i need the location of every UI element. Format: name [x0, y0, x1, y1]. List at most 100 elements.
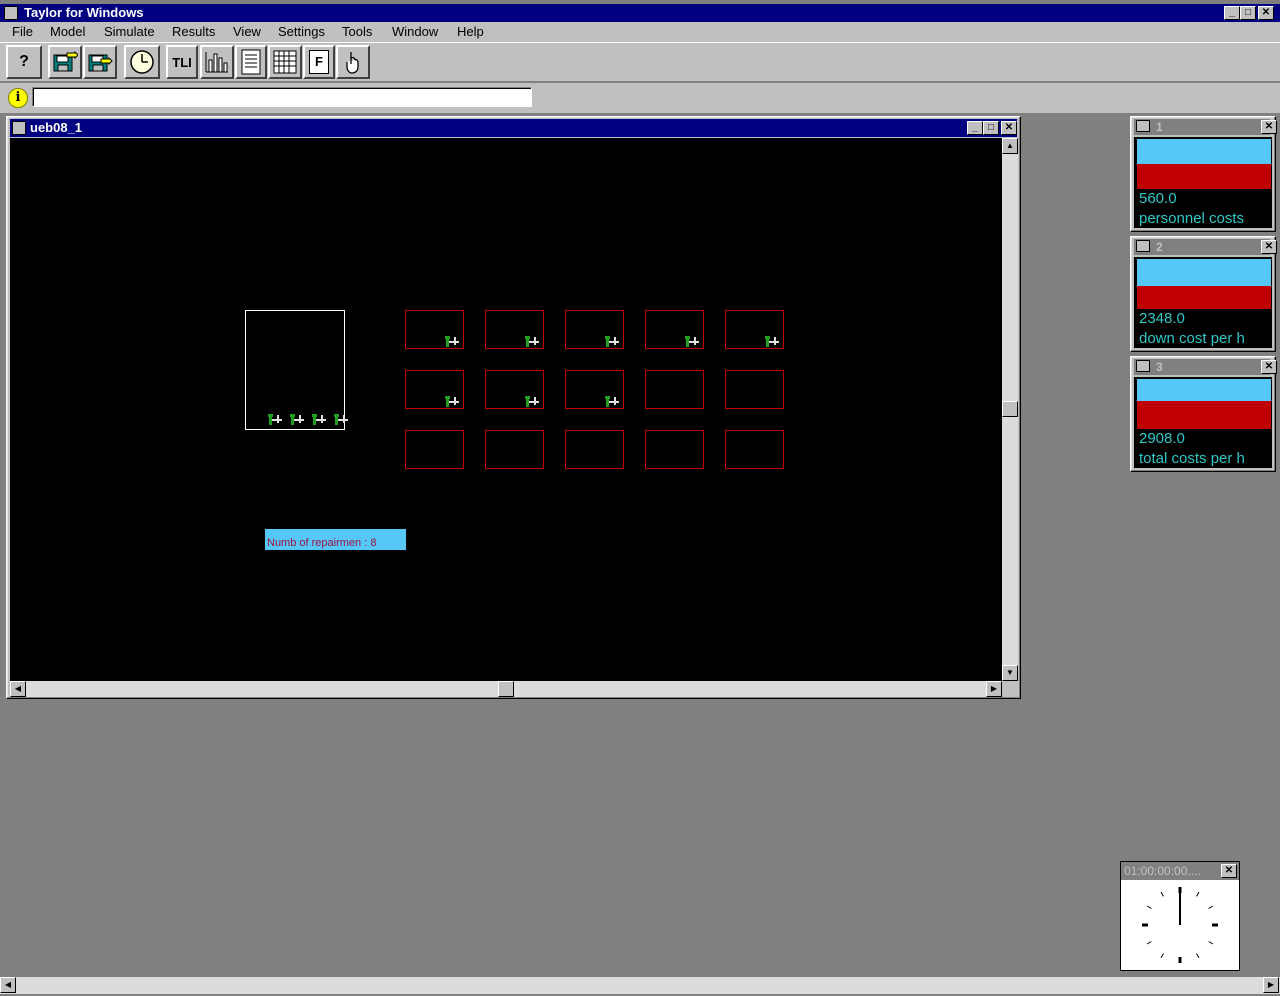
pointer-button[interactable] — [336, 45, 370, 79]
clock-tick — [1196, 953, 1200, 959]
bar-chart-icon — [205, 52, 228, 73]
menu-window[interactable]: Window — [392, 24, 438, 39]
menu-simulate[interactable]: Simulate — [104, 24, 155, 39]
stat-panel-1[interactable]: 1 ✕ 560.0 personnel costs — [1130, 116, 1277, 232]
scroll-down-button[interactable]: ▼ — [1002, 665, 1018, 681]
stat-bar-value — [1137, 164, 1271, 189]
stat-panel-icon[interactable] — [1136, 120, 1150, 132]
model-close-button[interactable]: ✕ — [1001, 121, 1017, 135]
clock-button[interactable] — [124, 45, 160, 79]
open-model-button[interactable] — [48, 45, 82, 79]
stat-label: down cost per h — [1139, 330, 1245, 347]
machine-6[interactable] — [405, 370, 464, 409]
stat-panel-close-button[interactable]: ✕ — [1261, 360, 1277, 374]
minimize-button[interactable]: _ — [1224, 6, 1240, 20]
repairman-icon — [525, 396, 539, 407]
stat-bar-remaining — [1137, 139, 1271, 164]
machine-15[interactable] — [725, 430, 784, 469]
model-canvas[interactable]: Numb of repairmen : 8 — [10, 138, 1002, 681]
formula-button[interactable]: F — [303, 45, 335, 79]
grid-button[interactable] — [268, 45, 302, 79]
simulation-clock-window[interactable]: 01:00:00:00.... ✕ — [1120, 861, 1240, 971]
machine-11[interactable] — [405, 430, 464, 469]
stat-panel-2[interactable]: 2 ✕ 2348.0 down cost per h — [1130, 236, 1277, 352]
model-window-icon[interactable] — [12, 121, 26, 135]
histogram-button[interactable] — [200, 45, 234, 79]
repairman-icon — [312, 414, 326, 425]
stat-panel-3[interactable]: 3 ✕ 2908.0 total costs per h — [1130, 356, 1277, 472]
machine-2[interactable] — [485, 310, 544, 349]
machine-14[interactable] — [645, 430, 704, 469]
menu-model[interactable]: Model — [50, 24, 85, 39]
stat-bar-value — [1137, 401, 1271, 429]
hand-pointer-icon — [346, 52, 359, 74]
menu-file[interactable]: File — [12, 24, 33, 39]
stat-panel-icon[interactable] — [1136, 360, 1150, 372]
stat-panel-close-button[interactable]: ✕ — [1261, 240, 1277, 254]
repairman-icon — [525, 336, 539, 347]
model-maximize-button[interactable]: □ — [983, 121, 999, 135]
clock-tick — [1208, 941, 1214, 945]
repairmen-count-label[interactable]: Numb of repairmen : 8 — [265, 529, 406, 550]
stat-label: personnel costs — [1139, 210, 1245, 227]
stat-panel-body: 560.0 personnel costs — [1134, 137, 1272, 228]
menu-bar: File Model Simulate Results View Setting… — [0, 22, 1280, 42]
clock-tick — [1196, 891, 1200, 897]
repairman-icon — [605, 336, 619, 347]
stat-panel-icon[interactable] — [1136, 240, 1150, 252]
help-button[interactable]: ? — [6, 45, 42, 79]
machine-7[interactable] — [485, 370, 544, 409]
app-icon[interactable] — [4, 6, 18, 20]
close-button[interactable]: ✕ — [1258, 6, 1274, 20]
stat-value: 2348.0 — [1139, 310, 1185, 327]
machine-5[interactable] — [725, 310, 784, 349]
maximize-button[interactable]: □ — [1240, 6, 1256, 20]
tli-button-label: TLI — [172, 54, 192, 70]
menu-tools[interactable]: Tools — [342, 24, 372, 39]
menu-view[interactable]: View — [233, 24, 261, 39]
machine-8[interactable] — [565, 370, 624, 409]
floppy-save-icon — [88, 54, 113, 72]
machine-13[interactable] — [565, 430, 624, 469]
repairman-icon — [765, 336, 779, 347]
clock-tick — [1146, 941, 1152, 945]
stat-panel-close-button[interactable]: ✕ — [1261, 120, 1277, 134]
horizontal-scroll-thumb[interactable] — [498, 681, 514, 697]
stat-panel-titlebar[interactable]: 3 ✕ — [1134, 359, 1277, 375]
stat-value: 2908.0 — [1139, 430, 1185, 447]
workspace-scroll-right-button[interactable]: ▶ — [1263, 977, 1279, 993]
machine-3[interactable] — [565, 310, 624, 349]
info-field — [32, 87, 532, 107]
scroll-left-button[interactable]: ◀ — [10, 681, 26, 697]
repairman-icon — [445, 336, 459, 347]
scroll-up-button[interactable]: ▲ — [1002, 138, 1018, 154]
tli-button[interactable]: TLI — [166, 45, 198, 79]
menu-help[interactable]: Help — [457, 24, 484, 39]
queued-repairman — [288, 411, 306, 428]
model-window: ueb08_1 _ □ ✕ Numb of repairmen : 8 ▲ ▼ … — [6, 116, 1021, 699]
model-window-titlebar[interactable]: ueb08_1 _ □ ✕ — [10, 119, 1017, 137]
machine-9[interactable] — [645, 370, 704, 409]
save-model-button[interactable] — [83, 45, 117, 79]
scroll-right-button[interactable]: ▶ — [986, 681, 1002, 697]
horizontal-scrollbar[interactable]: ◀ ▶ — [10, 681, 1002, 697]
stat-panel-titlebar[interactable]: 1 ✕ — [1134, 119, 1277, 135]
stat-panel-titlebar[interactable]: 2 ✕ — [1134, 239, 1277, 255]
vertical-scroll-thumb[interactable] — [1002, 401, 1018, 417]
clock-close-button[interactable]: ✕ — [1221, 864, 1237, 878]
workspace-scroll-left-button[interactable]: ◀ — [0, 977, 16, 993]
menu-settings[interactable]: Settings — [278, 24, 325, 39]
menu-results[interactable]: Results — [172, 24, 215, 39]
machine-4[interactable] — [645, 310, 704, 349]
model-minimize-button[interactable]: _ — [967, 121, 983, 135]
machine-10[interactable] — [725, 370, 784, 409]
toolbar: ? TLI F — [0, 42, 1280, 82]
workspace-horizontal-scrollbar[interactable]: ◀ ▶ — [0, 977, 1280, 994]
machine-12[interactable] — [485, 430, 544, 469]
report-button[interactable] — [235, 45, 267, 79]
clock-tick — [1146, 905, 1152, 909]
machine-1[interactable] — [405, 310, 464, 349]
repairmen-queue[interactable] — [245, 310, 348, 430]
vertical-scrollbar[interactable]: ▲ ▼ — [1002, 138, 1018, 681]
stat-panel-body: 2908.0 total costs per h — [1134, 377, 1272, 468]
